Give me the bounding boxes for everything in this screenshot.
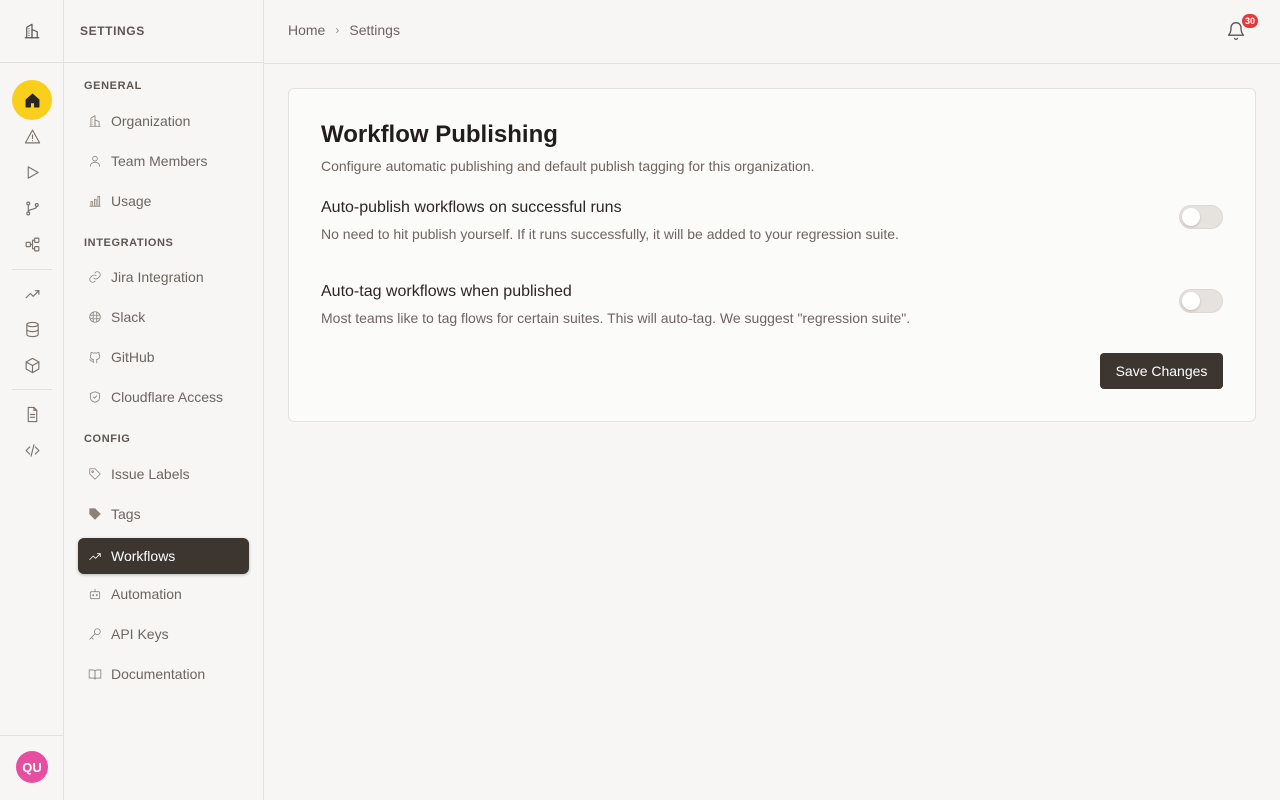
rail-docs-button[interactable] bbox=[14, 396, 50, 432]
sidebar-item-label: Organization bbox=[111, 113, 191, 129]
breadcrumb: Home › Settings bbox=[288, 22, 400, 38]
sidebar-item-label: Automation bbox=[111, 586, 182, 602]
sidebar-item-label: Tags bbox=[111, 506, 141, 522]
sidebar-item-issue-labels[interactable]: Issue Labels bbox=[78, 456, 249, 492]
bot-icon bbox=[89, 588, 101, 600]
sidebar-item-api-keys[interactable]: API Keys bbox=[78, 616, 249, 652]
rail-divider bbox=[0, 735, 63, 736]
rail-flows-button[interactable] bbox=[14, 226, 50, 262]
book-open-icon bbox=[88, 669, 102, 680]
rail-home-button[interactable] bbox=[12, 80, 52, 120]
sidebar-item-slack[interactable]: Slack bbox=[78, 299, 249, 335]
shield-check-icon bbox=[89, 391, 101, 403]
sidebar-item-label: Team Members bbox=[111, 153, 208, 169]
workflow-publishing-card: Workflow Publishing Configure automatic … bbox=[288, 88, 1256, 422]
rail-data-button[interactable] bbox=[14, 311, 50, 347]
sidebar-item-label: API Keys bbox=[111, 626, 169, 642]
sidebar-item-automation[interactable]: Automation bbox=[78, 576, 249, 612]
sidebar-item-label: Documentation bbox=[111, 666, 206, 682]
breadcrumb-home[interactable]: Home bbox=[288, 22, 325, 38]
setting-title-auto-tag: Auto-tag workflows when published bbox=[321, 283, 572, 300]
building-icon bbox=[89, 115, 101, 127]
setting-description-auto-publish: No need to hit publish yourself. If it r… bbox=[321, 226, 899, 242]
github-icon bbox=[89, 351, 101, 364]
sidebar-item-label: Workflows bbox=[111, 548, 176, 564]
building-icon bbox=[24, 23, 39, 39]
auto-tag-toggle[interactable] bbox=[1179, 289, 1223, 313]
section-label-config: CONFIG bbox=[84, 433, 131, 445]
toggle-knob bbox=[1182, 292, 1200, 310]
section-label-integrations: INTEGRATIONS bbox=[84, 237, 174, 249]
notification-badge: 30 bbox=[1242, 14, 1259, 28]
sidebar-item-organization[interactable]: Organization bbox=[78, 103, 249, 139]
rail-runs-button[interactable] bbox=[14, 154, 50, 190]
sidebar-header: SETTINGS bbox=[64, 0, 263, 63]
trend-line-icon bbox=[25, 289, 39, 298]
setting-title-auto-publish: Auto-publish workflows on successful run… bbox=[321, 199, 622, 216]
sidebar-item-label: Usage bbox=[111, 193, 152, 209]
auto-publish-toggle[interactable] bbox=[1179, 205, 1223, 229]
play-icon bbox=[27, 165, 39, 179]
card-description: Configure automatic publishing and defau… bbox=[321, 158, 815, 174]
slack-icon bbox=[89, 311, 101, 323]
rail-divider bbox=[12, 269, 52, 270]
settings-sidebar: SETTINGS GENERAL Organization Team Membe… bbox=[64, 0, 264, 800]
rail-code-button[interactable] bbox=[14, 432, 50, 468]
box-icon bbox=[25, 357, 39, 373]
bar-chart-icon bbox=[89, 195, 101, 207]
tag-filled-icon bbox=[89, 508, 101, 520]
alert-triangle-icon bbox=[24, 129, 40, 143]
sidebar-item-jira-integration[interactable]: Jira Integration bbox=[78, 259, 249, 295]
toggle-knob bbox=[1182, 208, 1200, 226]
chevron-right-icon: › bbox=[335, 23, 340, 37]
sidebar-item-documentation[interactable]: Documentation bbox=[78, 656, 249, 692]
trend-line-icon bbox=[89, 553, 101, 560]
rail-trends-button[interactable] bbox=[14, 275, 50, 311]
rail-divider bbox=[12, 389, 52, 390]
rail-branches-button[interactable] bbox=[14, 190, 50, 226]
sidebar-item-usage[interactable]: Usage bbox=[78, 183, 249, 219]
sidebar-item-label: Cloudflare Access bbox=[111, 389, 224, 405]
sidebar-item-cloudflare-access[interactable]: Cloudflare Access bbox=[78, 379, 249, 415]
sidebar-item-workflows[interactable]: Workflows bbox=[78, 538, 249, 574]
sidebar-item-label: Slack bbox=[111, 309, 146, 325]
user-icon bbox=[89, 155, 101, 167]
key-icon bbox=[89, 628, 101, 640]
workflow-icon bbox=[25, 237, 39, 251]
database-icon bbox=[25, 321, 39, 337]
avatar[interactable]: QU bbox=[16, 751, 48, 783]
rail-packages-button[interactable] bbox=[14, 347, 50, 383]
breadcrumb-settings[interactable]: Settings bbox=[349, 22, 400, 38]
sidebar-item-github[interactable]: GitHub bbox=[78, 339, 249, 375]
top-bar: Home › Settings 30 bbox=[264, 0, 1280, 64]
tag-outline-icon bbox=[89, 468, 101, 480]
sidebar-item-label: Jira Integration bbox=[111, 269, 204, 285]
link-icon bbox=[89, 271, 101, 283]
page-title: Workflow Publishing bbox=[321, 121, 558, 148]
sidebar-item-team-members[interactable]: Team Members bbox=[78, 143, 249, 179]
sidebar-item-label: GitHub bbox=[111, 349, 155, 365]
rail-issues-button[interactable] bbox=[14, 118, 50, 154]
home-icon bbox=[25, 93, 39, 107]
git-branch-icon bbox=[25, 201, 39, 215]
sidebar-item-tags[interactable]: Tags bbox=[78, 496, 249, 532]
save-changes-button[interactable]: Save Changes bbox=[1100, 353, 1223, 389]
section-label-general: GENERAL bbox=[84, 80, 142, 92]
sidebar-item-label: Issue Labels bbox=[111, 466, 190, 482]
logo[interactable] bbox=[0, 0, 63, 63]
icon-rail: QU bbox=[0, 0, 64, 800]
sidebar-title: SETTINGS bbox=[80, 24, 145, 38]
code-icon bbox=[25, 443, 39, 457]
setting-description-auto-tag: Most teams like to tag flows for certain… bbox=[321, 310, 911, 326]
file-text-icon bbox=[27, 406, 37, 422]
